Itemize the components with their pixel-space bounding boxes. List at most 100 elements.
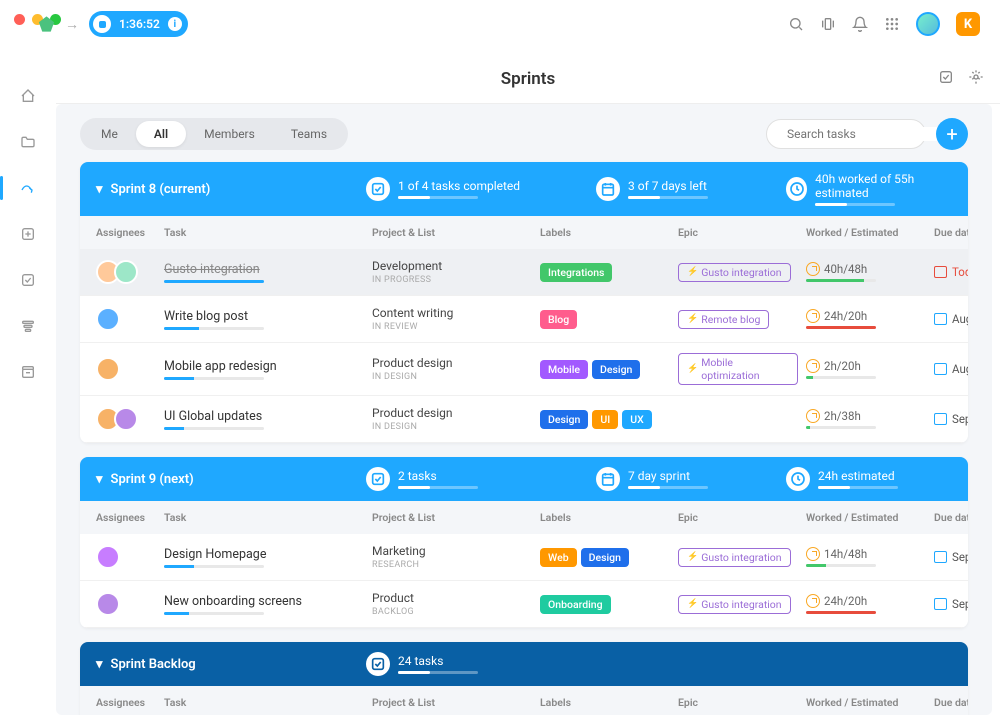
column-header: Due date: [934, 511, 968, 524]
sprint-card: ▾Sprint 9 (next)2 tasks7 day sprint24h e…: [80, 457, 968, 628]
sprint-stat-text: 24 tasks: [398, 654, 478, 668]
sprint-header[interactable]: ▾Sprint Backlog24 tasks: [80, 642, 968, 686]
sprint-header[interactable]: ▾Sprint 8 (current)1 of 4 tasks complete…: [80, 162, 968, 216]
epic-pill[interactable]: ⚡Gusto integration: [678, 548, 791, 567]
due-cell: Aug 14: [934, 312, 968, 326]
task-name: Mobile app redesign: [164, 359, 364, 374]
epic-label: Gusto integration: [701, 266, 781, 279]
label-pill[interactable]: Design: [540, 410, 588, 429]
sprint-stat: 3 of 7 days left: [596, 177, 776, 201]
stop-icon[interactable]: [93, 15, 111, 33]
tab-all[interactable]: All: [136, 121, 186, 147]
epic-pill[interactable]: ⚡Gusto integration: [678, 263, 791, 282]
task-row[interactable]: New onboarding screensProductBACKLOGOnbo…: [80, 581, 968, 628]
bolt-icon: ⚡: [687, 314, 698, 324]
avatar[interactable]: [114, 407, 138, 431]
label-pill[interactable]: Design: [592, 360, 640, 379]
caret-down-icon[interactable]: ▾: [96, 657, 103, 672]
avatar[interactable]: [114, 260, 138, 284]
tab-members[interactable]: Members: [186, 121, 273, 147]
sprint-header[interactable]: ▾Sprint 9 (next)2 tasks7 day sprint24h e…: [80, 457, 968, 501]
clock-icon: [806, 409, 820, 423]
bolt-icon: ⚡: [687, 552, 698, 562]
project-cell: MarketingRESEARCH: [372, 544, 532, 570]
task-row[interactable]: Gusto integrationDevelopmentIN PROGRESSI…: [80, 249, 968, 296]
sidebar-add-icon[interactable]: [16, 222, 40, 246]
tab-me[interactable]: Me: [83, 121, 136, 147]
label-pill[interactable]: Integrations: [540, 263, 612, 282]
epic-pill[interactable]: ⚡Mobile optimization: [678, 353, 798, 385]
epic-pill[interactable]: ⚡Remote blog: [678, 310, 769, 329]
due-cell: Aug 29: [934, 362, 968, 376]
label-pill[interactable]: Design: [581, 548, 629, 567]
apps-grid-icon[interactable]: [884, 16, 900, 32]
label-pill[interactable]: Blog: [540, 310, 577, 329]
task-name: UI Global updates: [164, 409, 364, 424]
nav-forward-icon[interactable]: →: [65, 16, 79, 33]
column-header: Assignees: [96, 696, 156, 709]
sidebar-list-icon[interactable]: [16, 314, 40, 338]
task-row[interactable]: Write blog postContent writingIN REVIEWB…: [80, 296, 968, 343]
avatar[interactable]: [916, 12, 940, 36]
view-tabs: MeAllMembersTeams: [80, 118, 348, 150]
copy-icon[interactable]: [820, 16, 836, 32]
column-headers: AssigneesTaskProject & ListLabelsEpicWor…: [80, 501, 968, 534]
column-header: Assignees: [96, 511, 156, 524]
app-logo-icon[interactable]: [38, 16, 55, 33]
label-pill[interactable]: UI: [592, 410, 618, 429]
task-row[interactable]: Mobile app redesignProduct designIN DESI…: [80, 343, 968, 396]
checklist-stat-icon: [366, 467, 390, 491]
search-box[interactable]: [766, 119, 926, 149]
worked-value: 14h/48h: [824, 547, 867, 561]
sidebar-check-icon[interactable]: [16, 268, 40, 292]
project-name: Marketing: [372, 544, 532, 558]
task-progress-bar: [164, 565, 264, 568]
label-pill[interactable]: Mobile: [540, 360, 588, 379]
sidebar-archive-icon[interactable]: [16, 360, 40, 384]
column-header: Labels: [540, 696, 670, 709]
task-name: Write blog post: [164, 309, 364, 324]
bell-icon[interactable]: [852, 16, 868, 32]
sprint-title: Sprint 9 (next): [111, 472, 194, 487]
project-status: IN DESIGN: [372, 422, 532, 432]
epic-cell: ⚡Gusto integration: [678, 595, 798, 614]
caret-down-icon[interactable]: ▾: [96, 472, 103, 487]
project-name: Product design: [372, 406, 532, 420]
info-icon[interactable]: i: [168, 17, 182, 31]
user-badge[interactable]: K: [956, 12, 980, 36]
label-pill[interactable]: Web: [540, 548, 577, 567]
task-name: New onboarding screens: [164, 594, 364, 609]
avatar[interactable]: [96, 592, 120, 616]
add-button[interactable]: +: [936, 118, 968, 150]
task-row[interactable]: Design HomepageMarketingRESEARCHWebDesig…: [80, 534, 968, 581]
checklist-icon[interactable]: [938, 69, 954, 89]
label-pill[interactable]: UX: [622, 410, 652, 429]
search-icon[interactable]: [788, 16, 804, 32]
label-pill[interactable]: Onboarding: [540, 595, 611, 614]
worked-bar: [806, 376, 876, 379]
gear-icon[interactable]: [968, 69, 984, 89]
timer-pill[interactable]: 1:36:52 i: [89, 11, 188, 37]
tab-teams[interactable]: Teams: [273, 121, 345, 147]
epic-pill[interactable]: ⚡Gusto integration: [678, 595, 791, 614]
caret-down-icon[interactable]: ▾: [96, 182, 103, 197]
sprint-stat-bar: [628, 486, 708, 489]
avatar[interactable]: [96, 357, 120, 381]
worked-cell: 40h/48h: [806, 262, 926, 282]
labels-cell: WebDesign: [540, 548, 670, 567]
column-header: Due date: [934, 226, 968, 239]
avatar[interactable]: [96, 307, 120, 331]
sidebar-folder-icon[interactable]: [16, 130, 40, 154]
assignees: [96, 592, 156, 616]
search-input[interactable]: [787, 127, 943, 141]
calendar-stat-icon: [596, 177, 620, 201]
assignees: [96, 545, 156, 569]
calendar-icon: [934, 598, 947, 610]
sidebar-sprint-icon[interactable]: [16, 176, 40, 200]
avatar[interactable]: [96, 545, 120, 569]
worked-cell: 24h/20h: [806, 309, 926, 329]
sprint-stat-bar: [398, 196, 478, 199]
task-row[interactable]: UI Global updates Product design IN DESIGN…: [80, 396, 968, 443]
sidebar-home-icon[interactable]: [16, 84, 40, 108]
due-value: Sep 6: [952, 597, 968, 611]
